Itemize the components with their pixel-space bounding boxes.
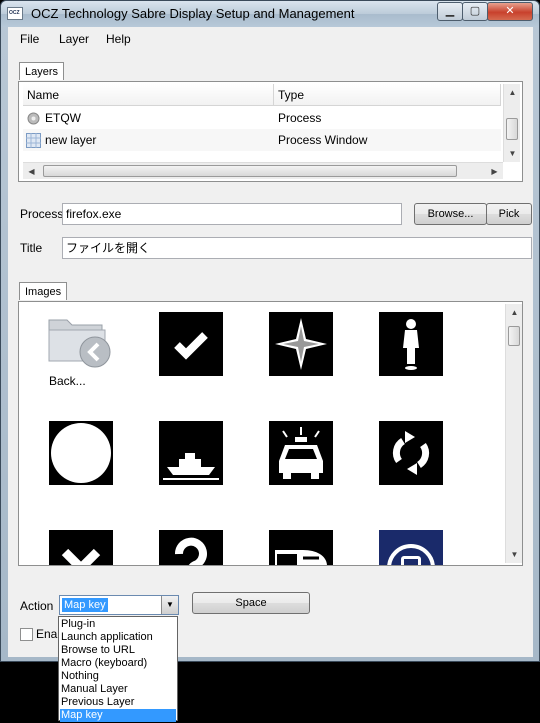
x-icon[interactable] [49,530,113,565]
hscroll-thumb[interactable] [43,165,457,177]
question-mark-icon[interactable] [159,530,223,565]
maximize-button[interactable]: ▢ [462,2,488,21]
train-icon[interactable] [269,530,333,565]
layers-hscroll[interactable]: ◀ ▶ [23,162,503,179]
column-header-name[interactable]: Name [23,84,274,106]
scroll-left-icon[interactable]: ◀ [23,163,40,180]
figure-icon[interactable] [379,312,443,376]
scroll-up-icon[interactable]: ▲ [506,304,522,321]
layer-type: Process [278,111,322,125]
images-tab[interactable]: Images [19,282,68,300]
menu-layer[interactable]: Layer [59,32,89,46]
table-row[interactable]: new layer Process Window [23,129,501,151]
close-button[interactable]: ✕ [487,2,533,21]
layer-name: ETQW [45,111,81,125]
title-bar[interactable]: OCZ OCZ Technology Sabre Display Setup a… [1,1,539,27]
scroll-down-icon[interactable]: ▼ [506,546,522,563]
title-input[interactable]: ファイルを開く [62,237,532,259]
action-selected-value: Map key [62,598,108,612]
menu-bar: File Layer Help [8,27,533,49]
window-title: OCZ Technology Sabre Display Setup and M… [31,6,355,21]
title-label: Title [20,241,43,255]
layers-panel: Name Type ETQW Process new layer Process… [18,81,523,182]
scroll-down-icon[interactable]: ▼ [504,145,521,162]
layers-tab[interactable]: Layers [19,62,65,80]
menu-file[interactable]: File [20,32,39,46]
boat-icon[interactable] [159,421,223,485]
dropdown-option[interactable]: Browse to URL [60,644,176,657]
chevron-down-icon[interactable]: ▼ [161,596,178,614]
table-row[interactable]: ETQW Process [23,107,501,129]
minimize-button[interactable]: ▁ [437,2,463,21]
layers-vscroll[interactable]: ▲ ▼ [503,84,520,162]
process-input[interactable]: firefox.exe [62,203,402,225]
action-dropdown-list[interactable]: Plug-in Launch application Browse to URL… [58,616,178,722]
pick-button[interactable]: Pick [486,203,532,225]
dropdown-option-selected[interactable]: Map key [60,709,176,722]
enable-checkbox[interactable] [20,628,33,641]
dropdown-option[interactable]: Plug-in [60,618,176,631]
action-label: Action [20,599,54,613]
circle-icon[interactable] [49,421,113,485]
space-button[interactable]: Space [192,592,310,614]
scroll-thumb[interactable] [508,326,520,346]
gear-icon [26,111,41,126]
transit-badge-icon[interactable] [379,530,443,565]
app-window: OCZ OCZ Technology Sabre Display Setup a… [0,0,540,662]
layer-name: new layer [45,133,97,147]
dropdown-option[interactable]: Macro (keyboard) [60,657,176,670]
dropdown-option[interactable]: Nothing [60,670,176,683]
app-icon: OCZ [7,7,23,20]
action-select[interactable]: Map key ▼ [59,595,179,615]
menu-help[interactable]: Help [106,32,131,46]
dropdown-option[interactable]: Manual Layer [60,683,176,696]
column-header-type[interactable]: Type [274,84,501,106]
browse-button[interactable]: Browse... [414,203,487,225]
checkmark-icon[interactable] [159,312,223,376]
images-vscroll[interactable]: ▲ ▼ [505,304,522,563]
refresh-arrows-icon[interactable] [379,421,443,485]
compass-star-icon[interactable] [269,312,333,376]
process-label: Process [20,207,64,221]
police-car-icon[interactable] [269,421,333,485]
grid-icon [26,133,41,148]
folder-back-icon [47,312,113,375]
dropdown-option[interactable]: Launch application [60,631,176,644]
scroll-right-icon[interactable]: ▶ [486,163,503,180]
scroll-up-icon[interactable]: ▲ [504,84,521,101]
dropdown-option[interactable]: Previous Layer [60,696,176,709]
back-folder-item[interactable]: Back... [47,312,127,392]
back-label: Back... [49,374,86,388]
client-area: File Layer Help Layers Name Type ETQW Pr… [8,27,533,657]
scroll-thumb[interactable] [506,118,518,140]
layer-type: Process Window [278,133,368,147]
images-panel: Back... ▲ ▼ [18,301,523,566]
